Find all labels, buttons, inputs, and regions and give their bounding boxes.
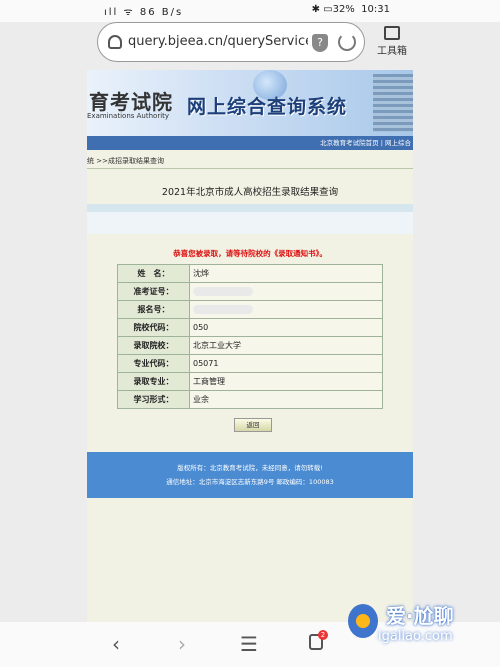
top-links-bar: 北京教育考试院首页 | 网上综合 bbox=[87, 136, 413, 150]
row-value-redacted bbox=[189, 282, 383, 301]
table-row: 录取院校： 北京工业大学 bbox=[117, 336, 383, 355]
building-image bbox=[373, 74, 413, 132]
table-row: 专业代码： 05071 bbox=[117, 354, 383, 373]
watermark: 爱·尬聊 igaliao.com bbox=[348, 596, 498, 652]
title-band bbox=[87, 204, 413, 212]
divider bbox=[87, 168, 413, 169]
org-english-name: Examinations Authority bbox=[87, 112, 170, 120]
row-label: 姓 名： bbox=[117, 264, 190, 283]
result-table: 姓 名： 沈烨 准考证号： 报名号： 院校代码： 050 录取院校： 北京工业大学 专… bbox=[117, 264, 383, 409]
table-row: 姓 名： 沈烨 bbox=[117, 264, 383, 283]
back-nav-icon[interactable]: ‹ bbox=[112, 632, 120, 656]
status-left: ıll ᯤ 86 B/s bbox=[104, 7, 184, 18]
redaction-mark bbox=[193, 287, 253, 296]
address-bar[interactable]: query.bjeea.cn/queryService/r... ? bbox=[97, 22, 365, 62]
title-band-light bbox=[87, 212, 413, 234]
status-right: ✱ ▭32% 10:31 bbox=[311, 4, 390, 15]
row-label: 录取院校： bbox=[117, 336, 190, 355]
tabs-icon[interactable]: 2 bbox=[309, 630, 328, 650]
row-value: 沈烨 bbox=[189, 264, 383, 283]
org-name: 育考试院 bbox=[89, 90, 173, 114]
security-shield-icon[interactable]: ? bbox=[312, 34, 328, 52]
table-row: 学习形式： 业余 bbox=[117, 390, 383, 409]
back-button[interactable]: 返回 bbox=[234, 418, 272, 432]
row-label: 学习形式： bbox=[117, 390, 190, 409]
site-icon bbox=[108, 35, 122, 49]
table-row: 院校代码： 050 bbox=[117, 318, 383, 337]
toolbox-label: 工具箱 bbox=[377, 46, 407, 57]
row-value: 工商管理 bbox=[189, 372, 383, 391]
reload-icon[interactable] bbox=[338, 33, 356, 51]
watermark-site: igaliao.com bbox=[378, 629, 453, 644]
toolbox-icon bbox=[384, 26, 400, 40]
site-banner: 育考试院 Examinations Authority 网上综合查询系统 bbox=[87, 70, 413, 136]
url-text[interactable]: query.bjeea.cn/queryService/r... bbox=[128, 34, 308, 49]
breadcrumb[interactable]: 统 >>成招录取结果查询 bbox=[87, 156, 164, 166]
row-value: 北京工业大学 bbox=[189, 336, 383, 355]
row-value: 业余 bbox=[189, 390, 383, 409]
row-value: 05071 bbox=[189, 354, 383, 373]
watermark-brand: 爱·尬聊 bbox=[386, 604, 454, 628]
status-bar: ıll ᯤ 86 B/s ✱ ▭32% 10:31 bbox=[0, 0, 500, 22]
footer: 版权所有：北京教育考试院，未经同意，请勿转载! 通信地址：北京市海淀区志新东路9… bbox=[87, 452, 413, 498]
row-label: 准考证号： bbox=[117, 282, 190, 301]
footer-copyright: 版权所有：北京教育考试院，未经同意，请勿转载! bbox=[177, 464, 323, 472]
page-title: 2021年北京市成人高校招生录取结果查询 bbox=[161, 187, 339, 198]
row-value-redacted bbox=[189, 300, 383, 319]
footer-address: 通信地址：北京市海淀区志新东路9号 邮政编码：100083 bbox=[166, 478, 334, 486]
menu-icon[interactable]: ☰ bbox=[240, 632, 258, 656]
row-label: 录取专业： bbox=[117, 372, 190, 391]
toolbox-button[interactable]: 工具箱 bbox=[374, 26, 410, 57]
top-links[interactable]: 北京教育考试院首页 | 网上综合 bbox=[320, 139, 413, 147]
tab-count-badge: 2 bbox=[318, 630, 328, 640]
congrats-message: 恭喜您被录取，请等待院校的《录取通知书》。 bbox=[173, 249, 327, 258]
row-label: 专业代码： bbox=[117, 354, 190, 373]
table-row: 报名号： bbox=[117, 300, 383, 319]
table-row: 准考证号： bbox=[117, 282, 383, 301]
redaction-mark bbox=[193, 305, 253, 314]
row-label: 报名号： bbox=[117, 300, 190, 319]
web-page: 育考试院 Examinations Authority 网上综合查询系统 北京教… bbox=[87, 70, 413, 622]
forward-nav-icon[interactable]: › bbox=[178, 632, 186, 656]
watermark-logo-icon bbox=[348, 604, 378, 638]
row-value: 050 bbox=[189, 318, 383, 337]
system-title: 网上综合查询系统 bbox=[187, 96, 348, 118]
table-row: 录取专业： 工商管理 bbox=[117, 372, 383, 391]
row-label: 院校代码： bbox=[117, 318, 190, 337]
